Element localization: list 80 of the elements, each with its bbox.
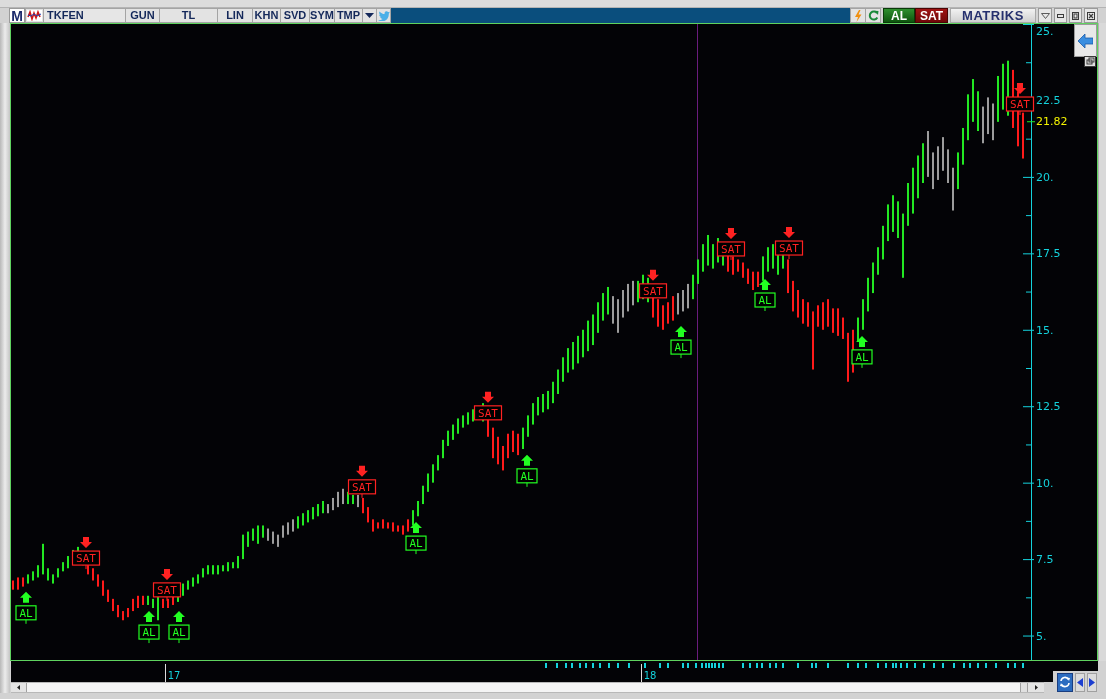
toolbar-button[interactable]: KHN <box>252 8 280 23</box>
axis-label: 20. <box>1036 170 1054 184</box>
dropdown-button[interactable] <box>362 8 376 23</box>
symbol-field[interactable]: TKFEN <box>43 8 125 23</box>
restore-icon[interactable] <box>1084 56 1096 67</box>
time-axis-label: 17 <box>167 670 181 681</box>
down-arrow-icon <box>725 227 737 239</box>
axis-label: 17.5 <box>1036 247 1061 261</box>
brand-logo: MATRIKS <box>950 8 1036 23</box>
lightning-icon <box>854 9 862 22</box>
scroll-thumb[interactable] <box>1020 683 1028 692</box>
refresh-icon <box>867 10 879 21</box>
toolbar-button[interactable]: TL <box>159 8 217 23</box>
down-arrow-icon <box>356 465 368 477</box>
buy-signal-tag: AL <box>851 349 873 368</box>
previous-button[interactable] <box>1075 672 1085 692</box>
down-arrow-icon <box>161 568 173 580</box>
up-arrow-icon <box>759 279 771 290</box>
close-icon <box>1087 11 1095 20</box>
triangle-right-icon <box>1089 677 1095 687</box>
left-arrow-icon <box>1078 33 1093 48</box>
up-arrow-icon <box>675 326 687 338</box>
toolbar-button[interactable]: GUN <box>125 8 159 23</box>
buy-signal-tag: AL <box>15 605 37 624</box>
chart-style-button[interactable] <box>25 8 43 23</box>
sync-button[interactable] <box>1057 672 1073 692</box>
sell-signal-tag: SAT <box>347 479 377 498</box>
sell-signal-tag: SAT <box>716 241 746 260</box>
up-arrow-icon <box>173 611 185 623</box>
up-arrow-icon <box>521 454 533 466</box>
minimize-button[interactable] <box>1054 8 1067 23</box>
scroll-left-button[interactable] <box>11 683 27 692</box>
buy-signal-tag: AL <box>754 292 776 311</box>
axis-label: 22.5 <box>1036 94 1061 108</box>
axis-label: 7.5 <box>1036 553 1054 567</box>
buy-button[interactable]: AL <box>883 8 915 23</box>
buy-signal-tag: AL <box>516 468 538 487</box>
time-axis-label: 18 <box>643 670 657 681</box>
scroll-right-button[interactable] <box>1028 683 1044 692</box>
app-logo[interactable]: M <box>9 8 25 23</box>
axis-label: 25. <box>1036 25 1054 38</box>
down-arrow-icon <box>482 391 494 403</box>
next-button[interactable] <box>1087 672 1097 692</box>
sell-signal-tag: SAT <box>152 582 182 601</box>
axis-label: 15. <box>1036 323 1054 337</box>
toolbar-button[interactable]: TMP <box>334 8 362 23</box>
up-arrow-icon <box>410 522 422 534</box>
sell-signal-tag: SAT <box>1005 96 1035 115</box>
toolbar-button[interactable]: SVD <box>280 8 309 23</box>
bird-icon <box>377 10 390 21</box>
triangle-right-icon <box>1034 685 1038 690</box>
down-arrow-icon <box>783 227 795 239</box>
maximize-button[interactable] <box>1069 8 1082 23</box>
toolbar-button[interactable]: SYM <box>309 8 334 23</box>
minimize-icon <box>1057 13 1064 18</box>
up-arrow-icon <box>856 335 868 347</box>
last-price-label: 21.82 <box>1036 115 1068 129</box>
triangle-left-icon <box>1077 677 1083 687</box>
refresh-button[interactable] <box>865 8 881 23</box>
down-arrow-icon <box>647 269 659 281</box>
toolbar-button[interactable]: LIN <box>217 8 252 23</box>
axis-label: 10. <box>1036 476 1054 490</box>
down-arrow-icon <box>1014 83 1026 94</box>
axis-label: 5. <box>1036 629 1047 643</box>
sell-button[interactable]: SAT <box>915 8 948 23</box>
axis-label: 12.5 <box>1036 400 1061 414</box>
down-arrow-icon <box>80 537 92 549</box>
price-tick <box>1027 121 1035 123</box>
window-menu-button[interactable] <box>1038 8 1052 23</box>
panel-toggle-button[interactable] <box>1074 24 1097 57</box>
up-arrow-icon <box>20 591 32 603</box>
scrollbar[interactable] <box>11 682 1044 693</box>
maximize-icon <box>1072 11 1079 20</box>
chart-icon <box>27 10 42 21</box>
sync-icon <box>1059 676 1071 688</box>
triangle-down-icon <box>1040 12 1050 19</box>
caret-down-icon <box>365 13 374 18</box>
close-button[interactable] <box>1084 8 1098 23</box>
up-arrow-icon <box>143 611 155 623</box>
triangle-left-icon <box>17 685 20 690</box>
